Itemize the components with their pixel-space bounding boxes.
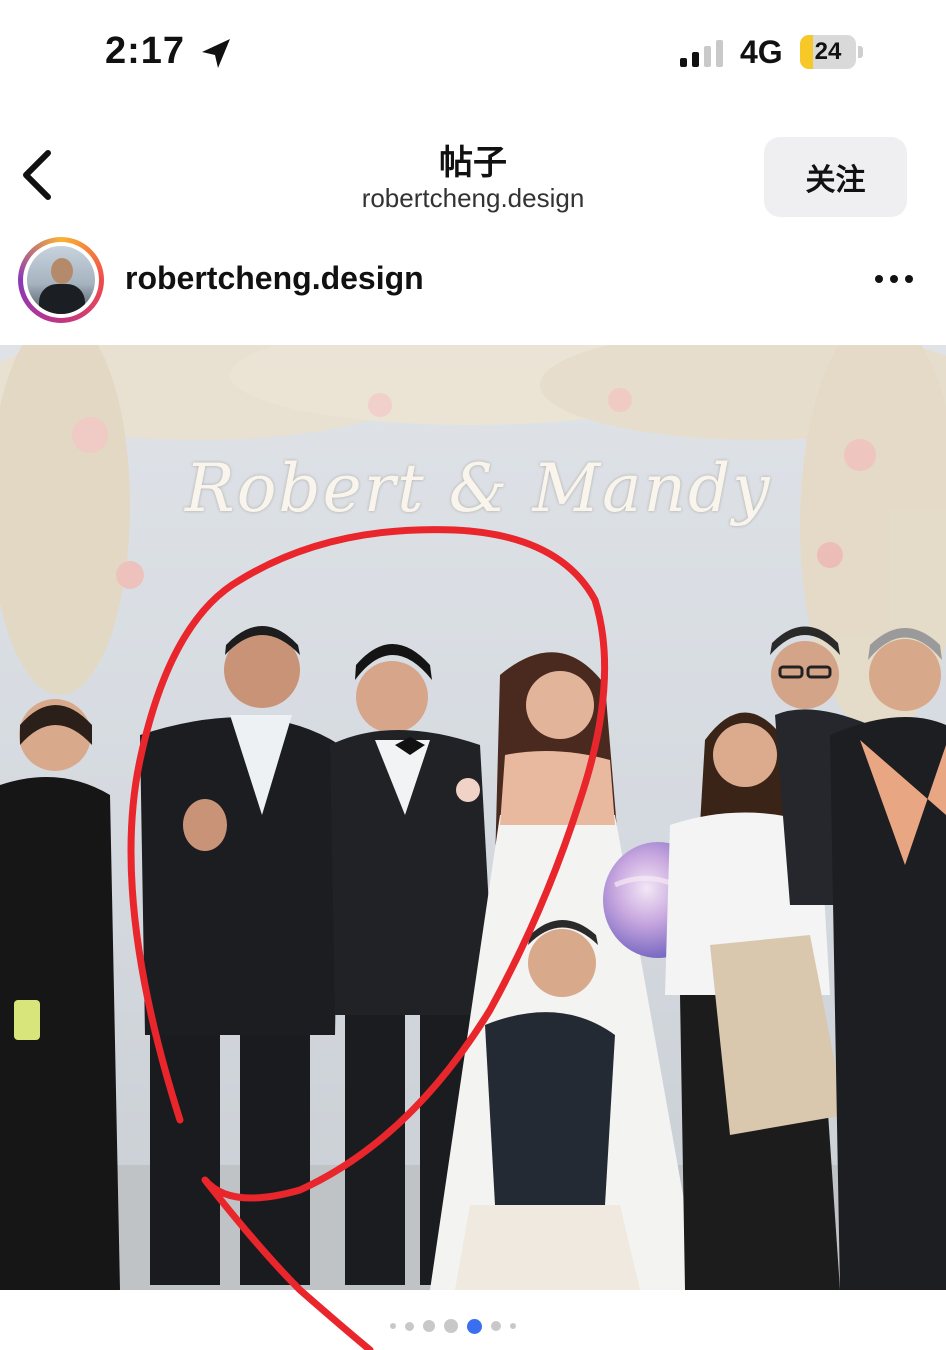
location-arrow-icon — [202, 39, 230, 68]
chevron-left-icon — [23, 150, 51, 200]
avatar-photo — [27, 246, 95, 314]
battery-indicator: 24 — [800, 35, 856, 69]
follow-button[interactable]: 关注 — [764, 137, 907, 217]
avatar[interactable] — [23, 242, 99, 318]
page-subtitle: robertcheng.design — [361, 183, 585, 213]
post-username[interactable]: robertcheng.design — [125, 260, 424, 297]
network-type: 4G — [740, 34, 783, 70]
carousel-dot-active[interactable] — [467, 1318, 482, 1334]
status-time: 2:17 — [105, 30, 186, 72]
cellular-signal-icon — [680, 40, 723, 67]
more-horizontal-icon[interactable] — [872, 264, 916, 294]
navigation-bar: 帖子 robertcheng.design 关注 — [0, 105, 946, 230]
carousel-dot[interactable] — [405, 1321, 414, 1331]
post-photo[interactable]: Robert & Mandy — [0, 345, 946, 1290]
status-bar: 2:17 4G 24 — [0, 0, 946, 105]
battery-tip — [858, 46, 863, 58]
avatar-body — [39, 284, 85, 314]
carousel-dot[interactable] — [444, 1319, 458, 1333]
post-header: robertcheng.design — [0, 230, 946, 340]
carousel-dot[interactable] — [510, 1323, 516, 1329]
avatar-head — [51, 258, 73, 284]
page-title: 帖子 — [439, 144, 507, 182]
back-button[interactable] — [14, 145, 64, 205]
carousel-dot[interactable] — [390, 1323, 396, 1329]
battery-level: 24 — [814, 38, 842, 65]
carousel-indicator[interactable] — [390, 1316, 560, 1336]
backdrop-name-sign: Robert & Mandy — [185, 450, 772, 527]
carousel-dot[interactable] — [491, 1321, 501, 1331]
story-ring[interactable] — [18, 237, 104, 323]
carousel-dot[interactable] — [423, 1320, 435, 1332]
